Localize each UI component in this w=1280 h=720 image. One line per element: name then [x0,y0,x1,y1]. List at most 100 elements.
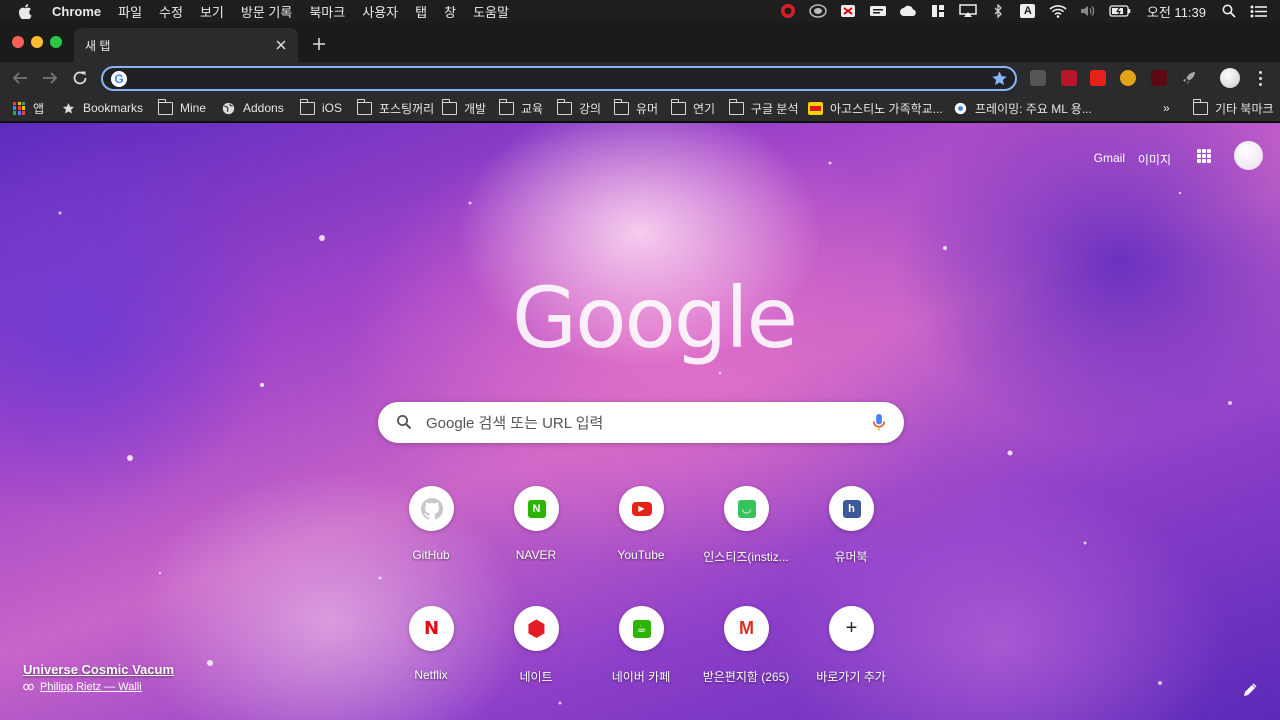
bookmark-mine[interactable]: Mine [157,98,206,116]
tile-title: 인스티즈(instiz... [703,550,789,564]
reload-icon[interactable] [70,68,90,88]
bookmark-agostino[interactable]: 아고스티노 가족학교... [808,100,943,116]
images-link[interactable]: 이미지 [1138,151,1171,168]
volume-icon[interactable] [1079,4,1097,18]
bookmark-star-icon[interactable] [991,70,1008,87]
shortcut-tile-gmail[interactable]: M 받은편지함 (265) [690,606,802,712]
spotlight-search-icon[interactable] [1220,4,1238,18]
airplay-icon[interactable] [959,4,977,18]
google-apps-icon[interactable] [1197,149,1211,163]
bookmark-lecture[interactable]: 강의 [556,98,601,116]
google-logo: Google [512,269,798,367]
extension-rocket-icon[interactable] [1181,70,1197,86]
tile-circle: ▶ [619,486,664,531]
shortcut-tile-netflix[interactable]: N Netflix [375,606,487,712]
notification-center-icon[interactable] [1250,4,1268,18]
menu-help[interactable]: 도움말 [473,2,509,21]
window-close-button[interactable] [12,36,24,48]
macos-menubar: Chrome 파일 수정 보기 방문 기록 북마크 사용자 탭 창 도움말 A … [0,0,1280,22]
bookmark-other[interactable]: 기타 북마크 [1192,98,1274,116]
menubar-status-area: A 오전 11:39 [779,0,1280,22]
menu-window[interactable]: 창 [444,2,456,21]
folder-icon [728,98,744,115]
shortcut-tile-naver-cafe[interactable]: ☕ 네이버 카페 [585,606,697,712]
microphone-icon[interactable] [872,413,886,432]
extension-n-icon[interactable] [1030,70,1046,86]
folder-icon [157,98,173,115]
bookmarks-overflow-chevron-icon[interactable]: » [1163,100,1170,116]
menubar-clock[interactable]: 오전 11:39 [1147,2,1206,21]
tab-new-tab[interactable]: 새 탭 [74,28,298,62]
shortcut-tile-nate[interactable]: ⬢ 네이트 [480,606,592,712]
menu-tab[interactable]: 탭 [415,2,427,21]
gmail-link[interactable]: Gmail [1094,151,1125,165]
ntp-search-input[interactable] [426,413,856,433]
google-account-avatar[interactable] [1234,141,1263,170]
tile-title: 네이트 [519,670,553,684]
omnibox-input[interactable] [135,70,985,88]
omnibox: G [101,66,1017,91]
tab-close-icon[interactable] [273,37,289,53]
tile-title: YouTube [617,548,665,562]
apple-menu-icon[interactable] [18,3,32,19]
bookmark-label: 프레이밍: 주요 ML 용... [975,101,1092,116]
forward-icon[interactable] [40,68,60,88]
creative-cloud-icon[interactable] [779,4,797,18]
extension-youtube-icon[interactable] [1090,70,1106,86]
cloud-icon[interactable] [899,4,917,18]
tile-circle: ⬢ [514,606,559,651]
shortcut-tile-humorbook[interactable]: h 유머북 [795,486,907,592]
menu-bookmarks[interactable]: 북마크 [309,2,345,21]
window-minimize-button[interactable] [31,36,43,48]
profile-avatar[interactable] [1220,68,1240,88]
bookmark-humor[interactable]: 유머 [613,98,658,116]
bookmark-label: 기타 북마크 [1215,101,1274,116]
back-icon[interactable] [10,68,30,88]
menu-people[interactable]: 사용자 [362,2,398,21]
shortcut-tile-instiz[interactable]: ◡ 인스티즈(instiz... [690,486,802,592]
shortcut-tile-naver[interactable]: N NAVER [480,486,592,592]
chrome-menu-icon[interactable] [1252,69,1268,87]
bookmark-label: 구글 분석 [751,101,799,116]
new-tab-icon[interactable] [310,35,328,53]
bookmark-education[interactable]: 교육 [498,98,543,116]
bookmark-addons[interactable]: Addons [221,100,284,116]
extension-gold-icon[interactable] [1120,70,1136,86]
extension-dark-red-icon[interactable] [1151,70,1167,86]
wifi-icon[interactable] [1049,4,1067,18]
tab-title: 새 탭 [85,38,111,53]
menubar-app-icon[interactable] [869,4,887,18]
shortcut-tile-github[interactable]: GitHub [375,486,487,592]
split-view-icon[interactable] [929,4,947,18]
tile-circle: ◡ [724,486,769,531]
humorbook-icon: h [842,499,861,518]
attribution-author-link[interactable]: Philipp Rietz — Walli [23,681,323,693]
window-zoom-button[interactable] [50,36,62,48]
drive-sync-icon[interactable] [809,4,827,18]
menu-view[interactable]: 보기 [200,2,224,21]
adblock-icon[interactable] [839,4,857,18]
menu-app-chrome[interactable]: Chrome [52,4,101,19]
bookmark-posting[interactable]: 포스팅꺼리 [356,98,434,116]
bookmark-ios[interactable]: iOS [299,98,342,116]
shortcut-tile-youtube[interactable]: ▶ YouTube [585,486,697,592]
bookmark-google-analytics[interactable]: 구글 분석 [728,98,799,116]
attribution-title[interactable]: Universe Cosmic Vacum [23,662,323,677]
battery-icon[interactable] [1109,4,1131,18]
bluetooth-icon[interactable] [989,4,1007,18]
input-source-icon[interactable]: A [1019,4,1037,18]
bookmark-dev[interactable]: 개발 [441,98,486,116]
bookmark-bookmarks[interactable]: Bookmarks [61,100,143,116]
tile-circle: N [514,486,559,531]
tile-circle [409,486,454,531]
customize-pencil-icon[interactable] [1243,683,1257,697]
globe-icon [222,102,235,114]
bookmark-apps[interactable]: 앱 [13,100,44,116]
menu-edit[interactable]: 수정 [159,2,183,21]
shortcut-tile-add[interactable]: + 바로가기 추가 [795,606,907,712]
extension-red-icon[interactable] [1061,70,1077,86]
menu-file[interactable]: 파일 [118,2,142,21]
bookmark-acting[interactable]: 연기 [670,98,715,116]
menu-history[interactable]: 방문 기록 [241,2,292,21]
bookmark-framing[interactable]: 프레이밍: 주요 ML 용... [953,100,1092,116]
